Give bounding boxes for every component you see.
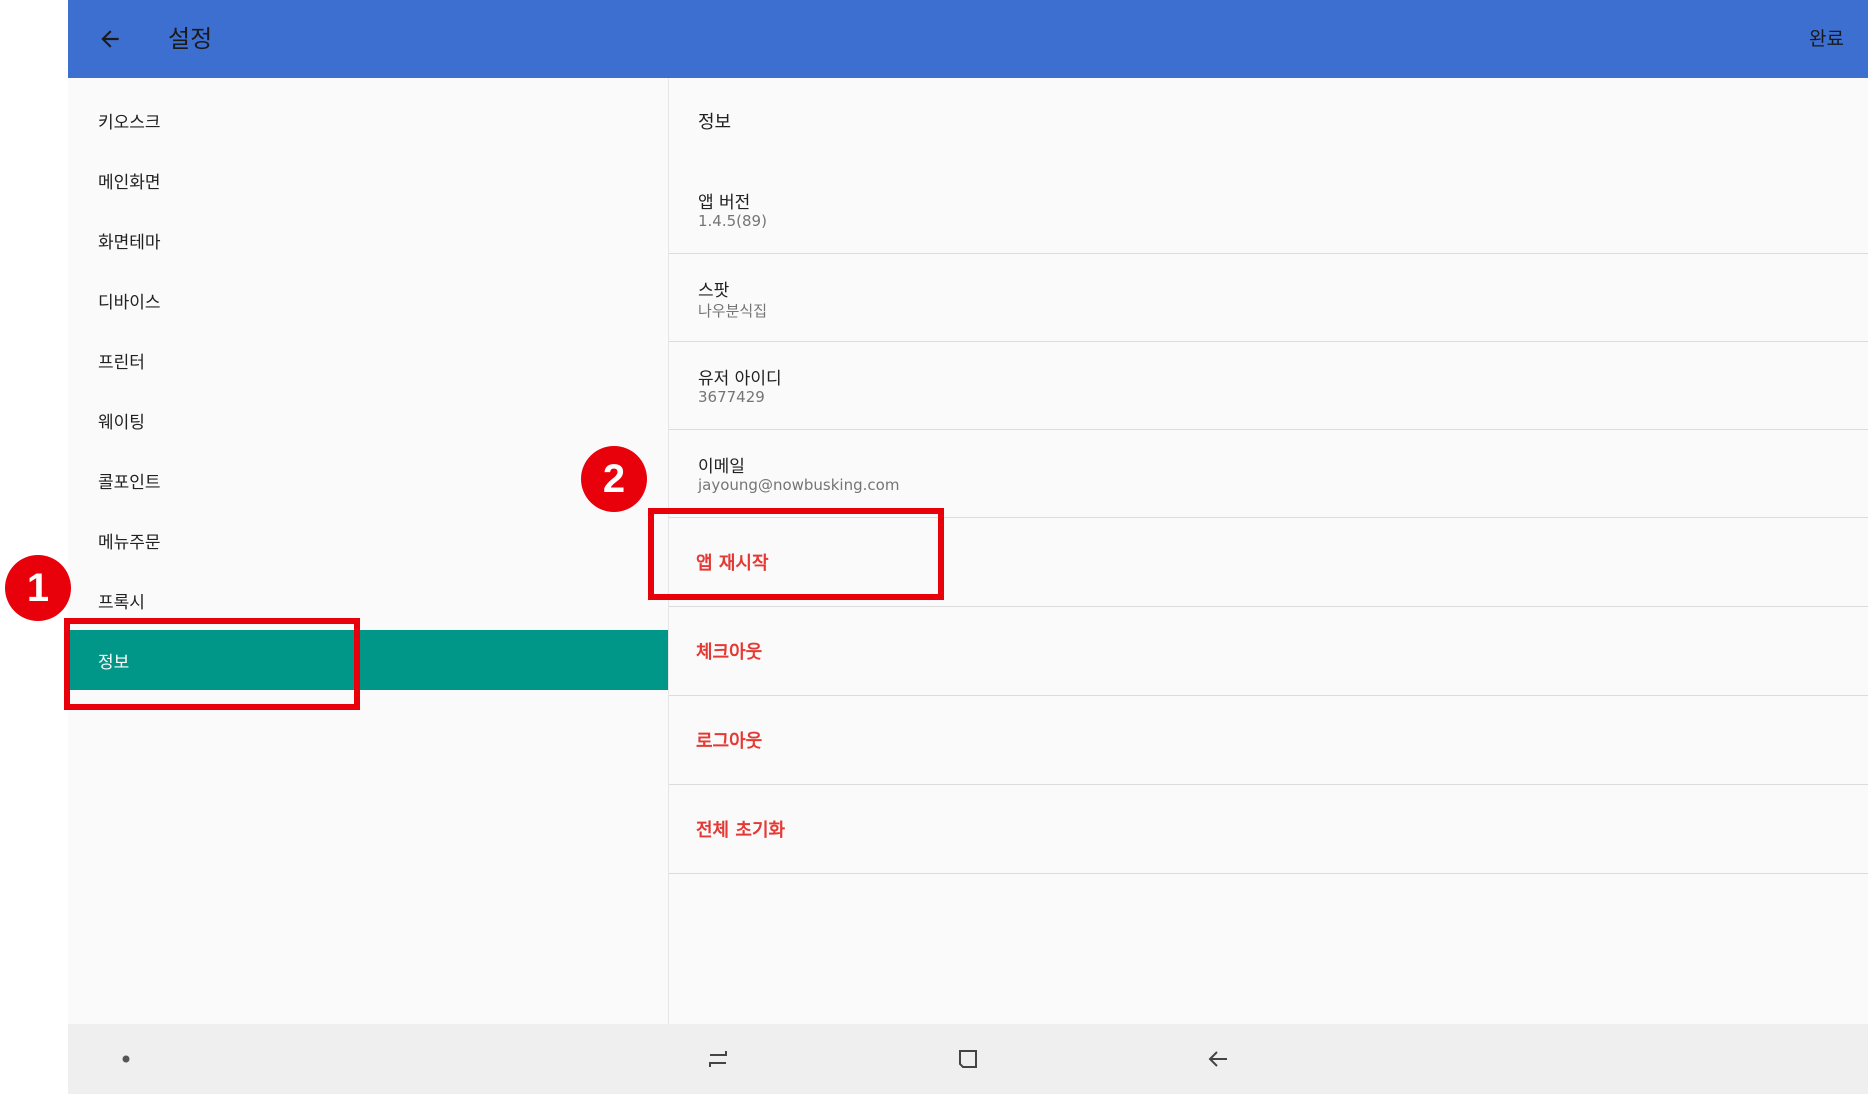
info-value: 나우분식집 xyxy=(698,302,768,320)
action-label: 체크아웃 xyxy=(696,642,763,663)
checkout-button[interactable]: 체크아웃 xyxy=(669,607,1868,696)
info-row-email[interactable]: 이메일 jayoung@nowbusking.com xyxy=(669,430,1868,518)
sidebar-item-label: 디바이스 xyxy=(98,292,161,313)
sidebar-item-printer[interactable]: 프린터 xyxy=(68,330,668,390)
sidebar-item-label: 메뉴주문 xyxy=(98,532,161,553)
sidebar-item-call-point[interactable]: 콜포인트 xyxy=(68,450,668,510)
sidebar-item-info[interactable]: 정보 xyxy=(68,630,668,690)
back-button[interactable] xyxy=(86,15,134,63)
step-marker-2: 2 xyxy=(581,446,647,512)
sidebar-item-theme[interactable]: 화면테마 xyxy=(68,210,668,270)
dot-icon xyxy=(122,1055,130,1063)
sidebar-item-label: 키오스크 xyxy=(98,112,161,133)
info-value: jayoung@nowbusking.com xyxy=(698,476,900,494)
recents-icon xyxy=(709,1051,727,1067)
sidebar-item-label: 메인화면 xyxy=(98,172,161,193)
sidebar-item-label: 프록시 xyxy=(98,592,145,613)
section-title: 정보 xyxy=(698,112,732,133)
sidebar-item-label: 웨이팅 xyxy=(98,412,145,433)
sidebar-item-device[interactable]: 디바이스 xyxy=(68,270,668,330)
arrow-left-icon xyxy=(101,30,119,48)
settings-sidebar: 키오스크 메인화면 화면테마 디바이스 프린터 웨이팅 콜포인트 메뉴주문 프록… xyxy=(68,78,668,1024)
info-label: 스팟 xyxy=(698,281,730,301)
sidebar-item-proxy[interactable]: 프록시 xyxy=(68,570,668,630)
info-row-app-version[interactable]: 앱 버전 1.4.5(89) xyxy=(669,166,1868,254)
logout-button[interactable]: 로그아웃 xyxy=(669,696,1868,785)
nav-recents-button[interactable] xyxy=(698,1039,738,1079)
info-label: 앱 버전 xyxy=(698,193,751,213)
step-marker-1: 1 xyxy=(5,555,71,621)
action-label: 앱 재시작 xyxy=(696,553,769,574)
sidebar-item-kiosk[interactable]: 키오스크 xyxy=(68,90,668,150)
page-title: 설정 xyxy=(168,25,213,53)
sidebar-item-menu-order[interactable]: 메뉴주문 xyxy=(68,510,668,570)
info-panel: 정보 앱 버전 1.4.5(89) 스팟 나우분식집 유저 아이디 367742… xyxy=(669,78,1868,1024)
info-row-spot[interactable]: 스팟 나우분식집 xyxy=(669,254,1868,342)
sidebar-item-label: 프린터 xyxy=(98,352,145,373)
action-label: 전체 초기화 xyxy=(696,820,786,841)
nav-back-button[interactable] xyxy=(1198,1039,1238,1079)
info-label: 이메일 xyxy=(698,457,745,477)
sidebar-item-main-screen[interactable]: 메인화면 xyxy=(68,150,668,210)
action-label: 로그아웃 xyxy=(696,731,763,752)
home-square-icon xyxy=(959,1050,977,1068)
sidebar-item-waiting[interactable]: 웨이팅 xyxy=(68,390,668,450)
sidebar-item-label: 정보 xyxy=(98,652,130,673)
info-value: 1.4.5(89) xyxy=(698,212,767,230)
nav-home-button[interactable] xyxy=(948,1039,988,1079)
app-bar: 설정 완료 xyxy=(68,0,1868,78)
system-nav-bar xyxy=(68,1024,1868,1094)
done-button[interactable]: 완료 xyxy=(1809,25,1844,53)
info-label: 유저 아이디 xyxy=(698,369,782,389)
info-value: 3677429 xyxy=(698,388,765,406)
info-row-user-id[interactable]: 유저 아이디 3677429 xyxy=(669,342,1868,430)
sidebar-item-label: 콜포인트 xyxy=(98,472,161,493)
nav-dot-button[interactable] xyxy=(106,1039,146,1079)
settings-app: 설정 완료 키오스크 메인화면 화면테마 디바이스 프린터 웨이팅 콜포인트 메… xyxy=(68,0,1868,1094)
back-arrow-icon xyxy=(1208,1051,1227,1067)
sidebar-item-label: 화면테마 xyxy=(98,232,161,253)
factory-reset-button[interactable]: 전체 초기화 xyxy=(669,785,1868,874)
restart-app-button[interactable]: 앱 재시작 xyxy=(669,518,1868,607)
